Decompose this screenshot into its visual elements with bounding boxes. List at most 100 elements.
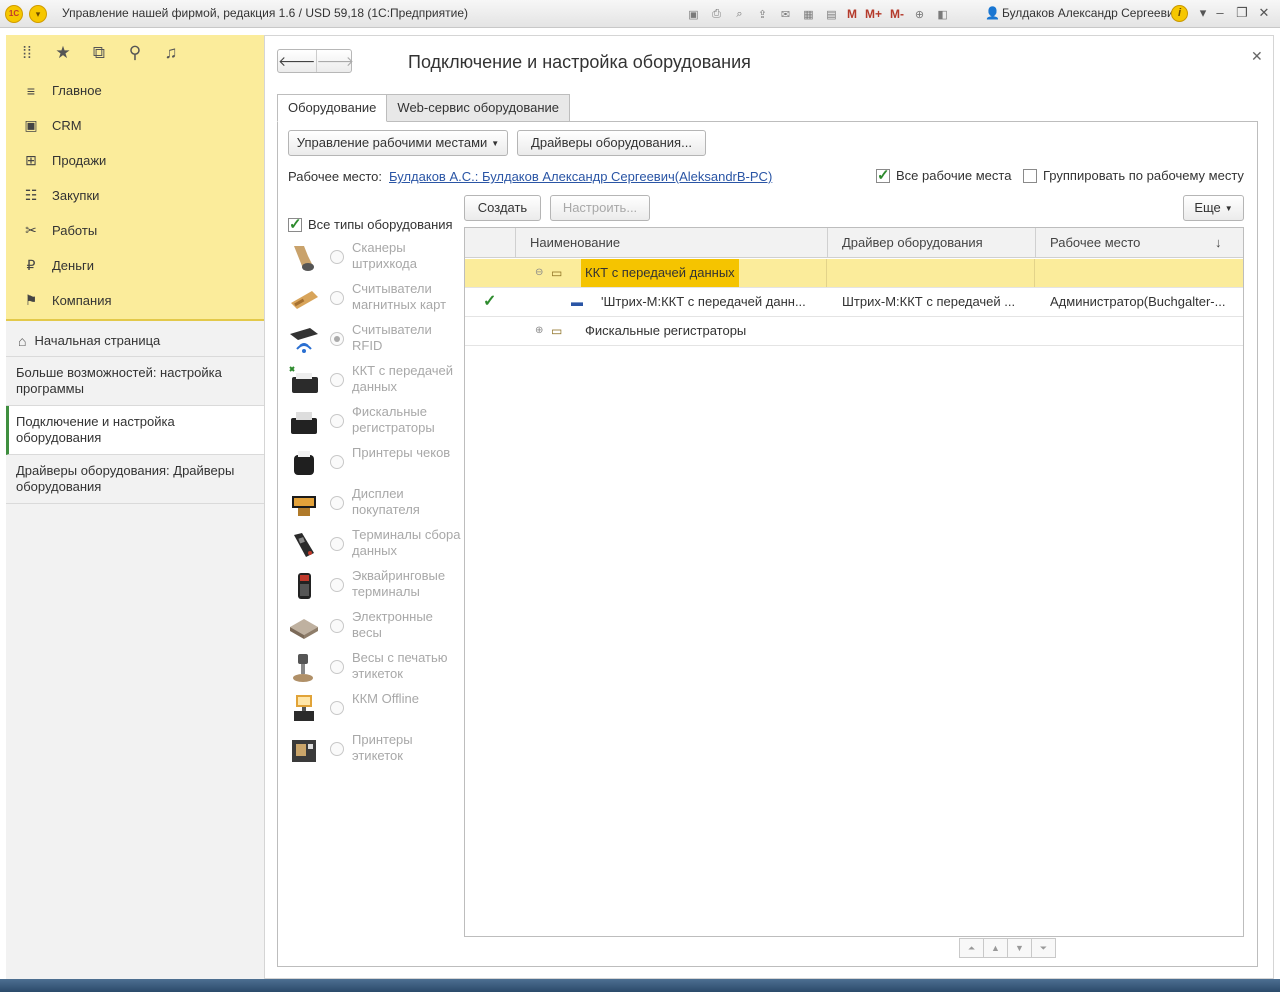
- sidebar-item-works[interactable]: ✂ Работы: [6, 213, 264, 248]
- all-workplaces-label: Все рабочие места: [896, 168, 1012, 183]
- column-header-workplace[interactable]: Рабочее место: [1035, 228, 1243, 258]
- scroll-down-icon[interactable]: ▼: [1007, 938, 1032, 958]
- drivers-button[interactable]: Драйверы оборудования...: [517, 130, 706, 156]
- current-user[interactable]: 👤 Булдаков Александр Сергеевич: [985, 6, 1180, 20]
- close-window-icon[interactable]: ✕: [1254, 5, 1274, 21]
- equipment-type-item[interactable]: Принтеры чеков: [288, 445, 458, 486]
- create-button[interactable]: Создать: [464, 195, 541, 221]
- search-icon[interactable]: ⚲: [126, 44, 144, 62]
- all-types-checkbox[interactable]: Все типы оборудования: [288, 215, 453, 233]
- info-icon[interactable]: i: [1171, 5, 1188, 22]
- checkbox-box[interactable]: [1023, 168, 1037, 183]
- close-icon[interactable]: ✕: [1251, 48, 1263, 65]
- equipment-type-label: Принтеры чеков: [352, 445, 451, 460]
- tab-web-service[interactable]: Web-сервис оборудование: [386, 94, 571, 122]
- equipment-type-label: Эквайринговые терминалы: [352, 568, 446, 599]
- collapse-icon[interactable]: ⊖: [535, 259, 543, 287]
- panel-icon[interactable]: ◧: [933, 5, 952, 23]
- column-divider: [826, 259, 827, 287]
- column-header-driver[interactable]: Драйвер оборудования: [827, 228, 1035, 258]
- all-workplaces-checkbox[interactable]: Все рабочие места: [876, 166, 1012, 184]
- open-window-more-features[interactable]: Больше возможностей: настройка программы: [6, 357, 264, 406]
- preview-icon[interactable]: ⌕: [730, 5, 749, 23]
- equipment-type-item[interactable]: Сканеры штрихкода: [288, 240, 458, 281]
- equipment-tab-panel: Управление рабочими местами ▼ Драйверы об…: [277, 121, 1258, 967]
- scroll-bottom-icon[interactable]: ⏷: [1031, 938, 1056, 958]
- equipment-type-radio[interactable]: [330, 455, 344, 469]
- checkbox-box[interactable]: [288, 215, 302, 233]
- equipment-type-radio[interactable]: [330, 373, 344, 387]
- equipment-type-radio[interactable]: [330, 701, 344, 715]
- equipment-type-item[interactable]: Терминалы сбора данных: [288, 527, 460, 568]
- print-icon[interactable]: ⎙: [707, 5, 726, 23]
- main-menu-button[interactable]: ▾: [29, 5, 47, 23]
- home-page-link[interactable]: ⌂ Начальная страница: [6, 325, 264, 357]
- equipment-type-radio[interactable]: [330, 537, 344, 551]
- sort-arrow-icon[interactable]: ↓: [1215, 228, 1222, 258]
- favorites-icon[interactable]: ★: [54, 44, 72, 62]
- checkbox-box[interactable]: [876, 166, 890, 184]
- zoom-icon[interactable]: ⊕: [910, 5, 929, 23]
- equipment-type-radio[interactable]: [330, 250, 344, 264]
- equipment-type-radio[interactable]: [330, 578, 344, 592]
- sidebar-item-purchases[interactable]: ☷ Закупки: [6, 178, 264, 213]
- more-button[interactable]: Еще ▼: [1183, 195, 1244, 221]
- all-functions-icon[interactable]: ⁞⁞: [18, 44, 36, 62]
- sidebar-item-sales[interactable]: ⊞ Продажи: [6, 143, 264, 178]
- restore-icon[interactable]: ❐: [1232, 5, 1252, 21]
- memory-m-plus-button[interactable]: M+: [863, 5, 884, 23]
- column-header-name[interactable]: Наименование: [515, 228, 827, 258]
- history-icon[interactable]: ⧉: [90, 44, 108, 62]
- back-arrow-icon[interactable]: 🡐: [278, 50, 316, 72]
- equipment-type-item[interactable]: ККМ Offline: [288, 691, 458, 732]
- workplaces-button[interactable]: Управление рабочими местами ▼: [288, 130, 508, 156]
- scroll-up-icon[interactable]: ▲: [983, 938, 1008, 958]
- workplace-link[interactable]: Булдаков А.С.: Булдаков Александр Сергее…: [389, 169, 772, 184]
- equipment-type-item[interactable]: Весы с печатью этикеток: [288, 650, 458, 691]
- spreadsheet-icon[interactable]: ▦: [799, 5, 818, 23]
- minimize-icon[interactable]: –: [1210, 5, 1230, 20]
- open-window-equipment-setup[interactable]: Подключение и настройка оборудования: [6, 406, 264, 455]
- sidebar-item-money[interactable]: ₽ Деньги: [6, 248, 264, 283]
- equipment-type-item[interactable]: Дисплеи покупателя: [288, 486, 458, 527]
- tab-equipment[interactable]: Оборудование: [277, 94, 388, 122]
- equipment-type-item[interactable]: Электронные весы: [288, 609, 458, 650]
- mail-icon[interactable]: ✉: [776, 5, 795, 23]
- equipment-type-radio[interactable]: [330, 660, 344, 674]
- table-row[interactable]: ✓ ▬ 'Штрих-М:ККТ с передачей данн... Штр…: [465, 288, 1243, 317]
- table-scroll-buttons: ⏶ ▲ ▼ ⏷: [959, 938, 1056, 958]
- open-window-equipment-drivers[interactable]: Драйверы оборудования: Драйверы оборудов…: [6, 455, 264, 504]
- equipment-type-item[interactable]: ККТ с передачей данных: [288, 363, 458, 404]
- home-icon: ⌂: [18, 332, 27, 349]
- group-by-workplace-checkbox[interactable]: Группировать по рабочему месту: [1023, 168, 1244, 183]
- equipment-type-radio[interactable]: [330, 742, 344, 756]
- forward-arrow-icon[interactable]: 🡒: [315, 50, 354, 72]
- table-row[interactable]: ⊕ ▭ Фискальные регистраторы: [465, 317, 1243, 346]
- memory-m-minus-button[interactable]: M-: [888, 5, 906, 23]
- equipment-type-label: Считыватели RFID: [352, 322, 432, 353]
- equipment-type-item[interactable]: Фискальные регистраторы: [288, 404, 458, 445]
- equipment-type-radio[interactable]: [330, 496, 344, 510]
- equipment-type-radio[interactable]: [330, 291, 344, 305]
- upload-icon[interactable]: ⇪: [753, 5, 772, 23]
- memory-m-button[interactable]: M: [845, 5, 859, 23]
- sidebar-item-main[interactable]: ≡ Главное: [6, 73, 264, 108]
- equipment-type-item[interactable]: Принтеры этикеток: [288, 732, 458, 773]
- equipment-type-radio[interactable]: [330, 332, 344, 346]
- equipment-type-item[interactable]: Эквайринговые терминалы: [288, 568, 458, 609]
- table-row[interactable]: ⊖ ▭ ККТ с передачей данных: [465, 259, 1243, 288]
- equipment-type-radio[interactable]: [330, 619, 344, 633]
- calendar-icon[interactable]: ▤: [822, 5, 841, 23]
- scroll-top-icon[interactable]: ⏶: [959, 938, 984, 958]
- equipment-type-item[interactable]: Считыватели магнитных карт: [288, 281, 458, 322]
- sidebar-item-crm[interactable]: ▣ CRM: [6, 108, 264, 143]
- ruble-icon: ₽: [26, 257, 36, 273]
- equipment-type-item[interactable]: Считыватели RFID: [288, 322, 458, 363]
- notifications-icon[interactable]: ♫: [162, 44, 180, 62]
- all-types-label: Все типы оборудования: [308, 217, 453, 232]
- expand-icon[interactable]: ⊕: [535, 317, 543, 345]
- save-icon[interactable]: ▣: [684, 5, 703, 23]
- configure-button[interactable]: Настроить...: [550, 195, 650, 221]
- equipment-type-radio[interactable]: [330, 414, 344, 428]
- sidebar-item-company[interactable]: ⚑ Компания: [6, 283, 264, 318]
